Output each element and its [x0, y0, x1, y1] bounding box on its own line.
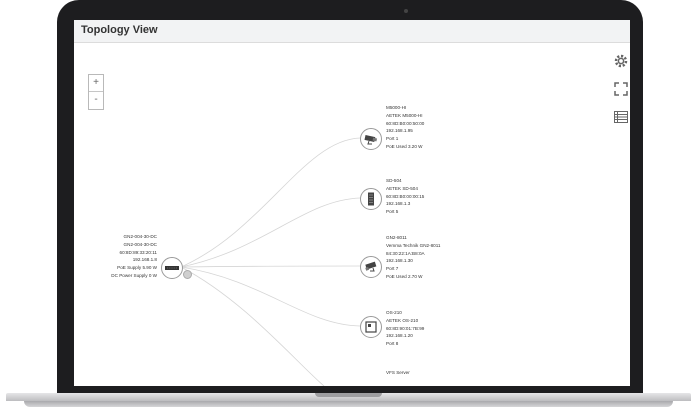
device-2-model: AETEK SD-504	[386, 185, 418, 191]
device-4-ip: 192.168.1.20	[386, 333, 413, 339]
device-3-ip: 192.168.1.30	[386, 258, 413, 264]
switch-poe-supply: PoE Supply 5.90 W	[117, 265, 157, 271]
device-2-name: SD-504	[386, 178, 402, 183]
device-info-1: M5000-HI AETEK M5000-HI 60:8D:B0:00:50:0…	[386, 104, 424, 151]
laptop-notch	[315, 393, 382, 397]
switch-ip: 192.168.1.8	[132, 257, 157, 263]
topology-links	[180, 137, 361, 386]
zoom-in-button[interactable]: +	[89, 75, 103, 92]
server-icon	[368, 192, 374, 206]
switch-info: GN2-004-30-DC GN2-004-30-DC 60:8D:89:33:…	[102, 233, 157, 280]
zoom-control: + -	[88, 74, 104, 110]
screen: Topology View + - GN2-004-30-DC GN2-004-…	[74, 20, 630, 386]
camera-icon	[364, 135, 378, 145]
switch-dc-supply: DC Power Supply 0 W	[111, 272, 157, 278]
device-4-mac: 60:8D:90:01:7B:99	[386, 325, 425, 331]
device-2-port: Port 5	[386, 209, 399, 215]
device-4-name: OS-210	[386, 310, 402, 315]
device-5-name: VFS Server	[386, 370, 410, 375]
gear-icon[interactable]	[613, 53, 629, 69]
list-view-icon[interactable]	[613, 109, 629, 125]
device-2-mac: 60:8D:B0:00:00:15	[386, 193, 425, 199]
device-1-port: Port 1	[386, 136, 399, 142]
device-node-camera-2[interactable]	[360, 256, 382, 278]
device-info-3: GN2-8011 Vemma Technik GN2-8011 84:30:22…	[386, 234, 440, 281]
device-3-model: Vemma Technik GN2-8011	[386, 242, 441, 248]
device-3-port: Port 7	[386, 266, 399, 272]
fullscreen-icon[interactable]	[613, 81, 629, 97]
device-info-4: OS-210 AETEK OS-210 60:8D:90:01:7B:99 19…	[386, 309, 424, 348]
switch-mac: 60:8D:89:33:20:11	[119, 249, 157, 255]
link-4	[180, 266, 361, 327]
display-icon	[365, 321, 377, 333]
camera-icon	[365, 261, 377, 272]
laptop-base	[0, 393, 697, 412]
link-5	[180, 266, 325, 386]
device-node-camera-1[interactable]	[360, 128, 382, 150]
device-3-poe: PoE Used 2.70 W	[386, 273, 423, 279]
laptop-bottom	[24, 401, 673, 407]
zoom-out-button[interactable]: -	[89, 92, 103, 108]
device-2-ip: 192.168.1.3	[386, 201, 411, 207]
switch-name: GN2-004-30-DC	[123, 234, 157, 239]
device-info-2: SD-504 AETEK SD-504 60:8D:B0:00:00:15 19…	[386, 177, 424, 216]
device-1-poe: PoE Used 3.20 W	[386, 143, 423, 149]
device-4-port: Port 8	[386, 341, 399, 347]
link-badge	[183, 270, 192, 279]
device-1-model: AETEK M5000-HI	[386, 112, 423, 118]
device-3-mac: 84:30:22:1A:B8:0A	[386, 250, 425, 256]
device-node-server[interactable]	[360, 188, 382, 210]
device-3-name: GN2-8011	[386, 235, 407, 240]
switch-model: GN2-004-30-DC	[123, 241, 157, 247]
webcam	[404, 9, 408, 13]
link-2	[180, 197, 361, 268]
device-info-5: VFS Server	[386, 369, 410, 377]
device-4-model: AETEK OS-210	[386, 317, 419, 323]
link-3	[180, 265, 361, 268]
device-1-ip: 192.168.1.95	[386, 128, 413, 134]
switch-node[interactable]	[161, 257, 183, 279]
device-1-name: M5000-HI	[386, 105, 407, 110]
device-1-mac: 60:8D:B0:00:50:00	[386, 120, 425, 126]
switch-icon	[165, 266, 179, 270]
device-node-display[interactable]	[360, 316, 382, 338]
